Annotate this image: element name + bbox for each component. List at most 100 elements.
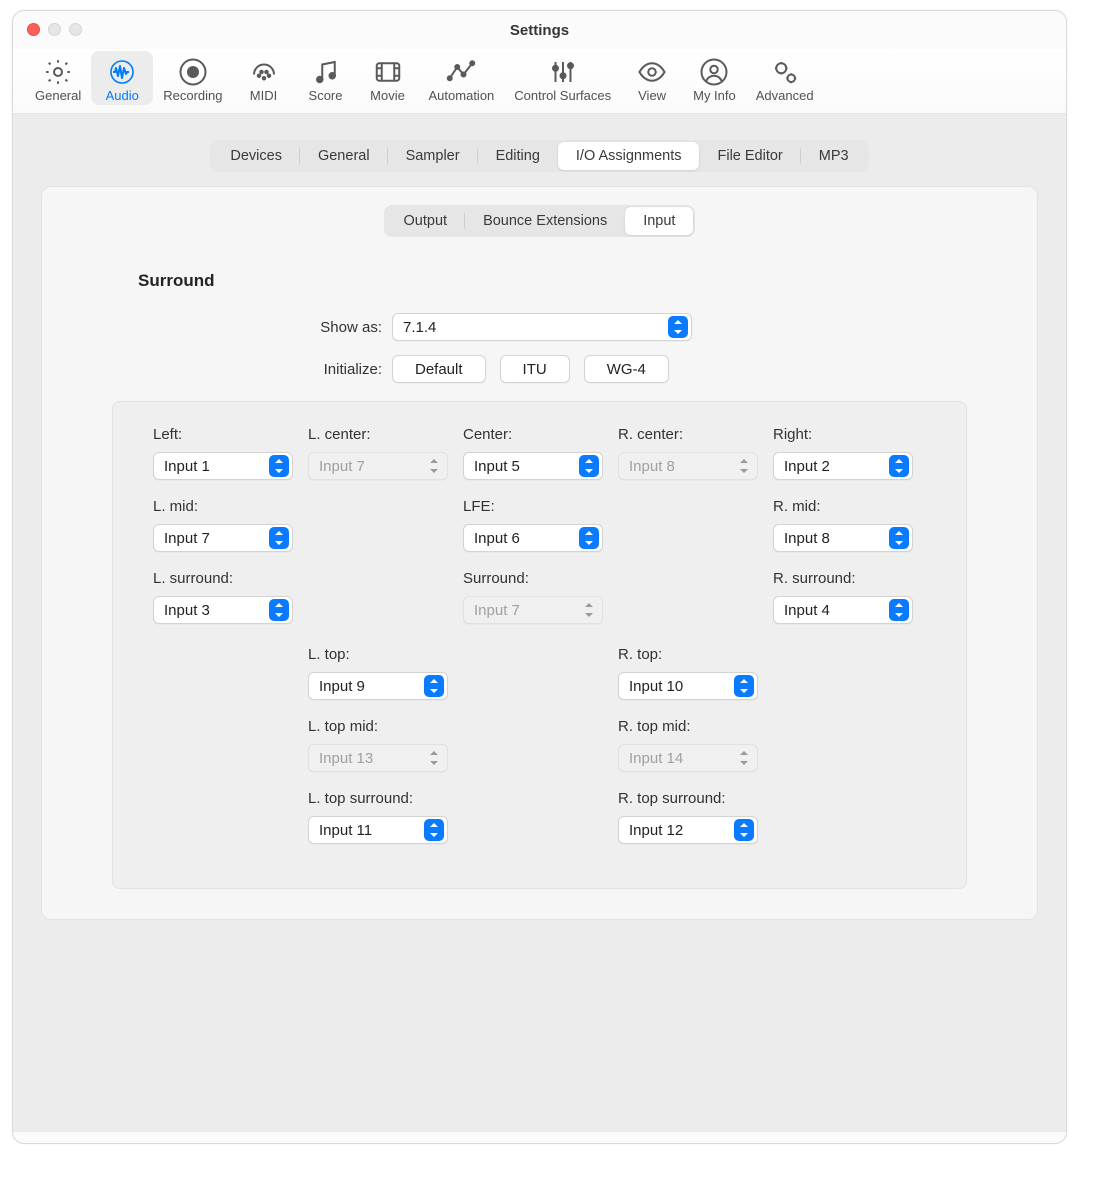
channel-label: Surround:: [463, 570, 608, 590]
updown-arrows-icon: [889, 599, 909, 621]
io-panel: Output Bounce Extensions Input Surround …: [41, 186, 1038, 920]
right-input-popup[interactable]: Input 2: [773, 452, 913, 480]
updown-arrows-icon: [424, 819, 444, 841]
waveform-icon: [101, 55, 143, 89]
channel-label: R. surround:: [773, 570, 918, 590]
show-as-popup[interactable]: 7.1.4: [392, 313, 692, 341]
titlebar: Settings: [13, 11, 1066, 49]
channel-label: L. center:: [308, 426, 453, 446]
toolbar-midi[interactable]: MIDI: [233, 51, 295, 105]
toolbar-label: Audio: [106, 88, 139, 103]
channel-grid: Left: Input 1 L. center: Input 7 Center:…: [112, 401, 967, 889]
toolbar-label: Control Surfaces: [514, 88, 611, 103]
channel-label: R. top:: [618, 646, 763, 666]
tab-devices[interactable]: Devices: [212, 142, 300, 170]
updown-arrows-icon: [579, 455, 599, 477]
lfe-input-popup[interactable]: Input 6: [463, 524, 603, 552]
toolbar-label: Score: [309, 88, 343, 103]
updown-arrows-icon: [269, 527, 289, 549]
record-icon: [172, 55, 214, 89]
tab-input[interactable]: Input: [625, 207, 693, 235]
updown-arrows-icon: [734, 819, 754, 841]
toolbar-advanced[interactable]: Advanced: [746, 51, 824, 105]
toolbar-label: Movie: [370, 88, 405, 103]
center-input-popup[interactable]: Input 5: [463, 452, 603, 480]
gears-icon: [764, 55, 806, 89]
person-icon: [693, 55, 735, 89]
toolbar-control-surfaces[interactable]: Control Surfaces: [504, 51, 621, 105]
updown-arrows-icon: [734, 675, 754, 697]
gear-icon: [37, 55, 79, 89]
toolbar-movie[interactable]: Movie: [357, 51, 419, 105]
r-surround-input-popup[interactable]: Input 4: [773, 596, 913, 624]
toolbar-label: Recording: [163, 88, 222, 103]
updown-arrows-icon: [579, 527, 599, 549]
toolbar-label: Advanced: [756, 88, 814, 103]
eye-icon: [631, 55, 673, 89]
window-title: Settings: [510, 22, 569, 39]
updown-arrows-icon: [889, 455, 909, 477]
initialize-label: Initialize:: [132, 361, 392, 378]
toolbar-automation[interactable]: Automation: [419, 51, 505, 105]
surround-input-popup: Input 7: [463, 596, 603, 624]
r-center-input-popup: Input 8: [618, 452, 758, 480]
r-top-surround-input-popup[interactable]: Input 12: [618, 816, 758, 844]
toolbar-label: General: [35, 88, 81, 103]
film-icon: [367, 55, 409, 89]
tab-io-assignments[interactable]: I/O Assignments: [558, 142, 700, 170]
channel-label: L. mid:: [153, 498, 298, 518]
toolbar-view[interactable]: View: [621, 51, 683, 105]
r-top-mid-input-popup: Input 14: [618, 744, 758, 772]
init-itu-button[interactable]: ITU: [500, 355, 570, 383]
toolbar-audio[interactable]: Audio: [91, 51, 153, 105]
tab-mp3[interactable]: MP3: [801, 142, 867, 170]
automation-icon: [440, 55, 482, 89]
tab-file-editor[interactable]: File Editor: [699, 142, 800, 170]
l-top-mid-input-popup: Input 13: [308, 744, 448, 772]
l-top-input-popup[interactable]: Input 9: [308, 672, 448, 700]
updown-arrows-icon: [269, 599, 289, 621]
tab-general[interactable]: General: [300, 142, 388, 170]
toolbar-my-info[interactable]: My Info: [683, 51, 746, 105]
r-mid-input-popup[interactable]: Input 8: [773, 524, 913, 552]
minimize-window-button[interactable]: [48, 23, 61, 36]
show-as-value: 7.1.4: [403, 319, 665, 336]
zoom-window-button[interactable]: [69, 23, 82, 36]
updown-arrows-icon: [889, 527, 909, 549]
tab-bounce-extensions[interactable]: Bounce Extensions: [465, 207, 625, 235]
tab-editing[interactable]: Editing: [478, 142, 558, 170]
section-title: Surround: [138, 271, 967, 291]
init-default-button[interactable]: Default: [392, 355, 486, 383]
updown-arrows-icon: [668, 316, 688, 338]
toolbar-score[interactable]: Score: [295, 51, 357, 105]
updown-arrows-icon: [734, 455, 754, 477]
l-top-surround-input-popup[interactable]: Input 11: [308, 816, 448, 844]
tab-sampler[interactable]: Sampler: [388, 142, 478, 170]
toolbar-label: My Info: [693, 88, 736, 103]
updown-arrows-icon: [269, 455, 289, 477]
toolbar-label: Automation: [429, 88, 495, 103]
subtabs-primary: Devices General Sampler Editing I/O Assi…: [210, 140, 868, 172]
settings-toolbar: General Audio Recording MIDI: [13, 49, 1066, 114]
updown-arrows-icon: [424, 675, 444, 697]
settings-window: Settings General Audio Reco: [12, 10, 1067, 1144]
left-input-popup[interactable]: Input 1: [153, 452, 293, 480]
updown-arrows-icon: [424, 455, 444, 477]
show-as-label: Show as:: [132, 319, 392, 336]
l-center-input-popup: Input 7: [308, 452, 448, 480]
l-surround-input-popup[interactable]: Input 3: [153, 596, 293, 624]
close-window-button[interactable]: [27, 23, 40, 36]
toolbar-recording[interactable]: Recording: [153, 51, 232, 105]
channel-label: Right:: [773, 426, 918, 446]
tab-output[interactable]: Output: [386, 207, 466, 235]
channel-label: L. top mid:: [308, 718, 453, 738]
updown-arrows-icon: [579, 599, 599, 621]
channel-label: L. surround:: [153, 570, 298, 590]
l-mid-input-popup[interactable]: Input 7: [153, 524, 293, 552]
music-note-icon: [305, 55, 347, 89]
toolbar-label: View: [638, 88, 666, 103]
r-top-input-popup[interactable]: Input 10: [618, 672, 758, 700]
init-wg4-button[interactable]: WG-4: [584, 355, 669, 383]
toolbar-general[interactable]: General: [25, 51, 91, 105]
settings-body: Devices General Sampler Editing I/O Assi…: [13, 114, 1066, 1132]
